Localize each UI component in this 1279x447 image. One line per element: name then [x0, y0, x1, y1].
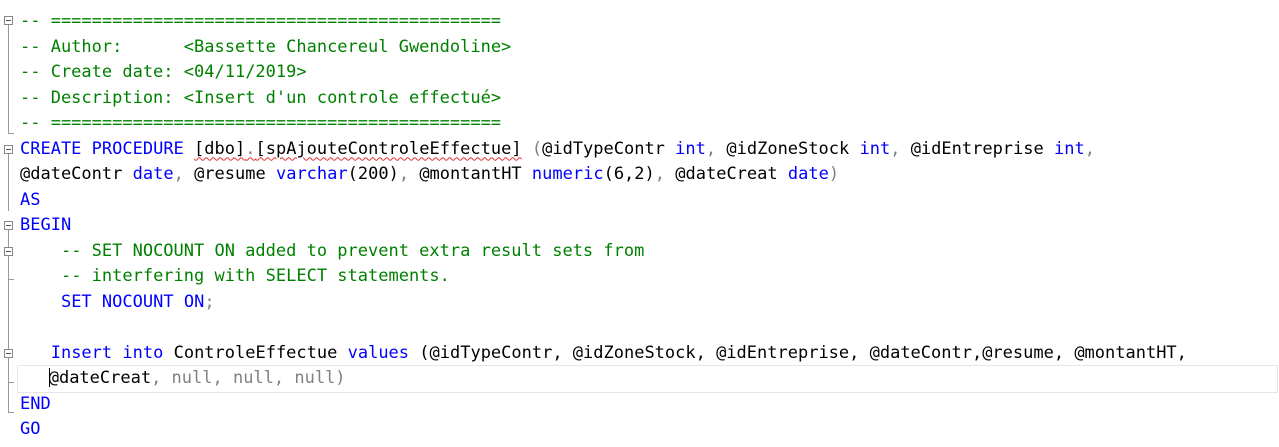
comment-text: -- Create date: — [20, 62, 174, 82]
keyword: values — [347, 342, 410, 363]
comment-text: <04/11/2019> — [183, 62, 307, 82]
comment-text: -- SET NOCOUNT ON added to prevent extra… — [60, 240, 645, 261]
keyword: Insert — [50, 342, 113, 363]
operator: , — [173, 164, 184, 184]
keyword: BEGIN — [20, 215, 72, 235]
procedure-name: [dbo].[spAjouteControleEffectue] — [194, 139, 522, 159]
identifier: [spAjouteControleEffectue] — [255, 138, 522, 159]
outline-end — [8, 412, 14, 413]
collapse-icon[interactable] — [4, 145, 13, 154]
code-line: END — [20, 392, 51, 418]
comment-text: -- =====================================… — [20, 113, 502, 133]
comment-text: <Bassette Chancereul Gwendoline> — [183, 36, 512, 57]
code-line: -- Create date: <04/11/2019> — [20, 60, 307, 86]
operator: ; — [204, 291, 215, 312]
parameter: @dateContr — [20, 164, 123, 184]
keyword: AS — [20, 189, 41, 210]
keyword: date — [787, 164, 829, 184]
comment-text: -- Author: — [20, 36, 123, 57]
outline-rule — [8, 25, 9, 133]
code-line: SET NOCOUNT ON; — [20, 290, 215, 316]
code-line: -- Author: <Bassette Chancereul Gwendoli… — [20, 35, 511, 61]
code-line: BEGIN — [20, 213, 71, 239]
parameter: @idEntreprise — [910, 138, 1044, 159]
literal: (6,2) — [603, 164, 655, 184]
keyword: ON — [183, 291, 205, 312]
outline-end — [8, 382, 14, 383]
parameter: @dateCreat — [48, 368, 152, 388]
keyword: int — [859, 138, 891, 159]
operator: , — [705, 138, 717, 159]
operator: . — [245, 138, 256, 159]
comment-text: <Insert d'un controle effectué> — [183, 87, 502, 108]
collapse-icon[interactable] — [4, 247, 13, 256]
current-code-line[interactable]: @dateCreat, null, null, null) — [17, 365, 1278, 393]
parameter: @dateCreat — [675, 164, 778, 184]
keyword: SET — [60, 291, 92, 312]
operator: , — [654, 164, 666, 184]
outline-rule — [8, 154, 9, 211]
outline-rule — [8, 358, 9, 382]
code-line: -- SET NOCOUNT ON added to prevent extra… — [20, 239, 644, 265]
code-line: -- Description: <Insert d'un controle ef… — [20, 86, 501, 112]
comment-text: -- interfering with SELECT statements. — [60, 266, 450, 286]
identifier: ControleEffectue — [173, 342, 338, 363]
collapse-icon[interactable] — [4, 16, 13, 25]
keyword: END — [20, 393, 51, 414]
insert-arguments: (@idTypeContr, @idZoneStock, @idEntrepri… — [419, 342, 1187, 363]
operator: ( — [531, 138, 543, 159]
keyword: PROCEDURE — [91, 138, 184, 159]
identifier: [dbo] — [194, 138, 246, 159]
outline-rule — [8, 256, 9, 279]
keyword: into — [122, 342, 164, 363]
outline-end — [8, 279, 14, 280]
comment-text: -- Description: — [20, 87, 174, 108]
code-line: @dateContr date, @resume varchar(200), @… — [20, 162, 839, 188]
operator: , — [1084, 138, 1095, 159]
keyword: NOCOUNT — [101, 291, 174, 312]
outline-end — [8, 133, 14, 134]
code-line: Insert into ControleEffectue values (@id… — [20, 341, 1187, 367]
code-line: GO — [20, 417, 40, 443]
keyword: int — [1054, 138, 1085, 159]
parameter: @idZoneStock — [726, 138, 850, 159]
collapse-icon[interactable] — [4, 221, 13, 230]
parameter: @montantHT — [419, 164, 522, 184]
parameter: @idTypeContr — [542, 138, 665, 159]
operator: , — [398, 164, 410, 184]
code-line: AS — [20, 188, 40, 214]
keyword: date — [132, 164, 174, 184]
code-line: -- =====================================… — [20, 111, 501, 137]
code-line: -- =====================================… — [20, 9, 501, 35]
keyword: varchar — [275, 164, 348, 184]
operator: ) — [828, 164, 840, 184]
editor-gutter — [0, 0, 18, 447]
keyword: numeric — [531, 164, 604, 184]
collapse-icon[interactable] — [4, 349, 13, 358]
code-line: -- interfering with SELECT statements. — [20, 264, 450, 290]
comment-text: -- =====================================… — [20, 11, 502, 31]
keyword: GO — [20, 419, 41, 439]
parameter: @resume — [194, 164, 266, 184]
operator: , — [890, 138, 901, 159]
code-line: CREATE PROCEDURE [dbo].[spAjouteControle… — [20, 137, 1095, 163]
keyword: CREATE — [20, 138, 82, 159]
null-values: , null, null, null) — [151, 368, 346, 388]
keyword: int — [675, 138, 706, 159]
literal: (200) — [347, 164, 399, 184]
